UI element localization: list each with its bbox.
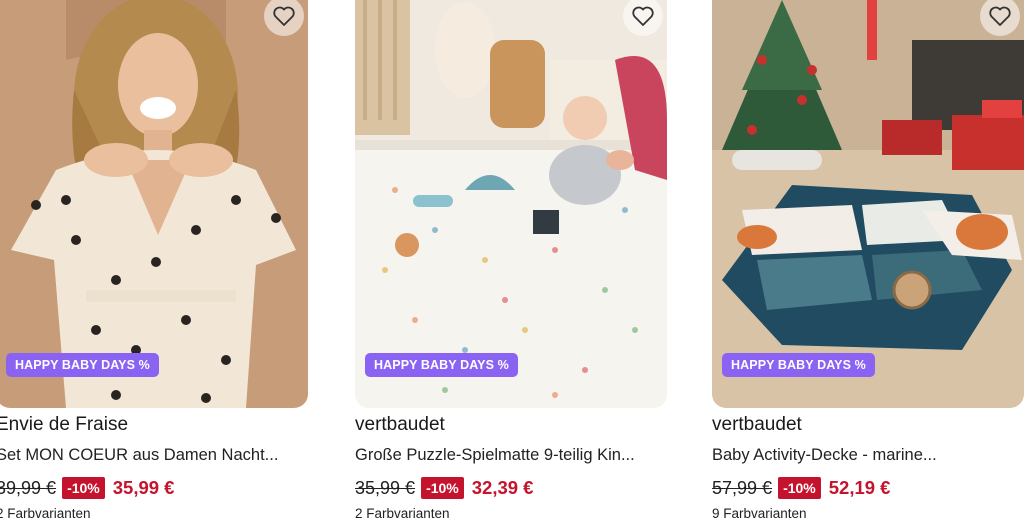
product-image[interactable] — [712, 0, 1024, 408]
color-variants[interactable]: 2 Farbvarianten — [355, 506, 450, 521]
old-price: 39,99 € — [0, 477, 57, 498]
heart-outline-icon — [273, 6, 295, 26]
discount-badge: -10% — [421, 477, 464, 499]
promo-badge: HAPPY BABY DAYS % — [6, 353, 159, 377]
product-title[interactable]: Große Puzzle-Spielmatte 9-teilig Kin... — [355, 446, 665, 465]
price-row: 57,99 € -10% 52,19 € — [712, 475, 890, 501]
product-photo-playmat — [355, 0, 667, 408]
product-card[interactable]: HAPPY BABY DAYS % vertbaudet Baby Activi… — [712, 0, 1024, 524]
promo-badge: HAPPY BABY DAYS % — [365, 353, 518, 377]
product-image[interactable] — [0, 0, 308, 408]
heart-outline-icon — [632, 6, 654, 26]
product-title[interactable]: Set MON COEUR aus Damen Nacht... — [0, 446, 306, 465]
sale-price: 32,39 € — [471, 477, 534, 498]
promo-badge: HAPPY BABY DAYS % — [722, 353, 875, 377]
product-brand[interactable]: Envie de Fraise — [0, 414, 128, 436]
color-variants[interactable]: 9 Farbvarianten — [712, 506, 807, 521]
old-price: 57,99 € — [712, 477, 773, 498]
old-price: 35,99 € — [355, 477, 416, 498]
sale-price: 35,99 € — [112, 477, 175, 498]
product-photo-woman — [0, 0, 308, 408]
discount-badge: -10% — [778, 477, 821, 499]
sale-price: 52,19 € — [828, 477, 891, 498]
product-photo-activity-blanket — [712, 0, 1024, 408]
price-row: 39,99 € -10% 35,99 € — [0, 475, 174, 501]
discount-badge: -10% — [62, 477, 105, 499]
product-card[interactable]: HAPPY BABY DAYS % Envie de Fraise Set MO… — [0, 0, 308, 524]
color-variants[interactable]: 2 Farbvarianten — [0, 506, 91, 521]
product-brand[interactable]: vertbaudet — [712, 414, 802, 436]
product-brand[interactable]: vertbaudet — [355, 414, 445, 436]
product-image[interactable] — [355, 0, 667, 408]
price-row: 35,99 € -10% 32,39 € — [355, 475, 533, 501]
heart-outline-icon — [989, 6, 1011, 26]
product-title[interactable]: Baby Activity-Decke - marine... — [712, 446, 1022, 465]
product-card[interactable]: HAPPY BABY DAYS % vertbaudet Große Puzzl… — [355, 0, 667, 524]
